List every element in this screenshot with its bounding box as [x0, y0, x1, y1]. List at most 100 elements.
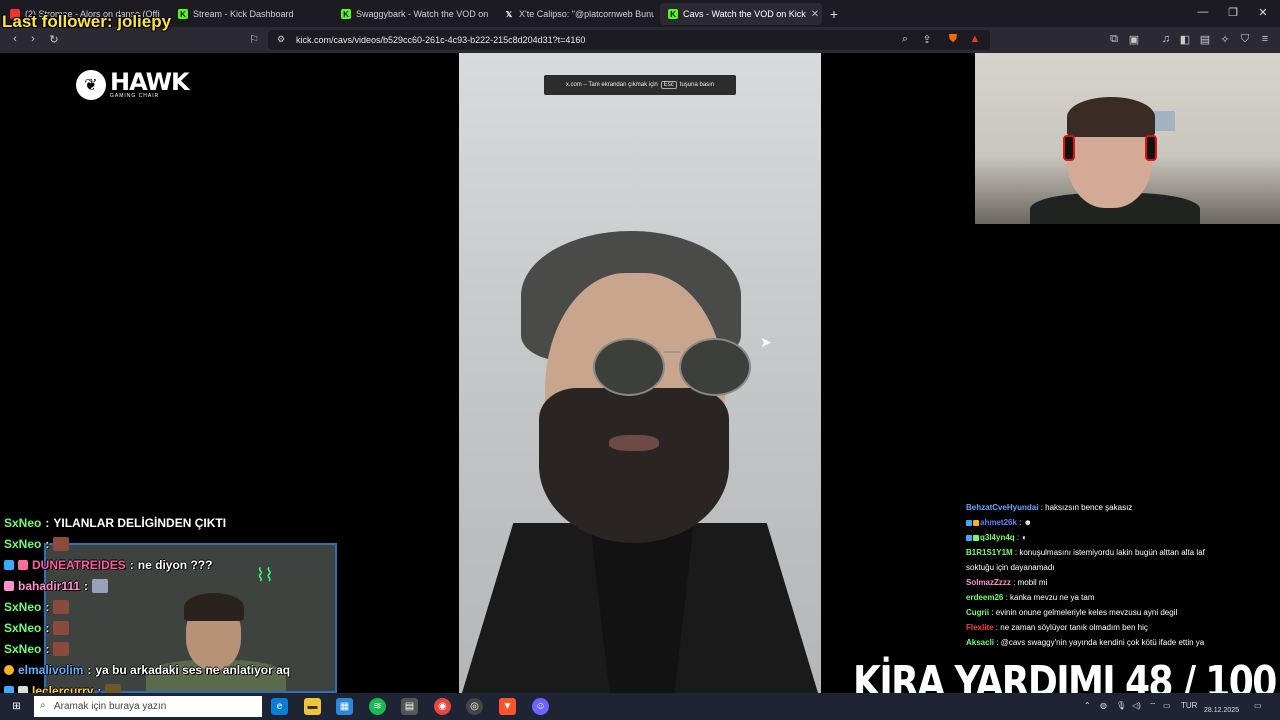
restore-button[interactable]: ❐	[1223, 6, 1243, 19]
right-chat-overlay: BehzatCveHyundai : haksızsın bence şakas…	[966, 500, 1206, 650]
sunglasses-lens-left	[593, 338, 665, 396]
beard-shape	[539, 388, 729, 543]
tab-x-calipso[interactable]: 𝕏 X'te Calipso: "@platcornweb Bunun h	[496, 3, 654, 25]
new-tab-button[interactable]: +	[824, 6, 844, 22]
discord-icon[interactable]: ☺	[532, 698, 549, 715]
volume-icon[interactable]: ◁)	[1132, 701, 1141, 710]
chat-text: haksızsın bence şakasız	[1045, 503, 1133, 512]
chat-text: ne zaman söylüyor tanık olmadım ben hiç	[1000, 623, 1148, 632]
site-info-icon[interactable]: ⚙	[274, 34, 288, 45]
windows-taskbar: ⊞ ⌕ Aramak için buraya yazın e ▬ ▦ ≋ ▤ ◉…	[0, 693, 1280, 720]
bookmark-icon[interactable]: ⚐	[247, 33, 261, 46]
emote-icon	[53, 599, 70, 614]
badge-icon	[966, 534, 972, 541]
store-icon[interactable]: ▦	[336, 698, 353, 715]
file-explorer-icon[interactable]: ▬	[304, 698, 321, 715]
close-tab-icon[interactable]: ✕	[811, 9, 819, 20]
chat-message: Aksacli : @cavs swaggy'nin yayında kendi…	[966, 638, 1205, 647]
tab-cavs-vod[interactable]: K Cavs - Watch the VOD on Kick ✕	[660, 3, 822, 25]
video-player[interactable]: x.com – Tam ekrandan çıkmak için Esc tuş…	[459, 53, 821, 693]
streamer-webcam	[975, 53, 1280, 224]
chat-message: elmalivolim: ya bu arkadaki ses ne anlat…	[4, 659, 334, 680]
wallet-icon[interactable]: ▣	[1127, 33, 1141, 46]
badge-icon	[973, 534, 979, 541]
hawk-feather-icon: ❦	[76, 70, 106, 100]
headset-left-icon	[1063, 135, 1075, 161]
close-window-button[interactable]: ✕	[1253, 6, 1273, 19]
chat-message: ahmet26k : ☻	[966, 515, 1206, 530]
chat-username: SxNeo	[4, 515, 42, 530]
sunglasses-lens-right	[679, 338, 751, 396]
chat-username: ahmet26k	[980, 518, 1017, 527]
obs-icon[interactable]: ◎	[466, 698, 483, 715]
kick-icon: K	[341, 9, 351, 19]
sidebar-icon[interactable]: ◧	[1178, 33, 1192, 46]
chat-message: B1R1S1Y1M : konuşulmasını istemiyordu la…	[966, 548, 1205, 572]
tray-chevron-icon[interactable]: ⌃	[1084, 701, 1091, 710]
wallet2-icon[interactable]: ▤	[1198, 33, 1212, 46]
logo-name: HAWK	[110, 68, 190, 96]
chat-text: kanka mevzu ne ya tam	[1010, 593, 1095, 602]
forward-icon[interactable]: ›	[26, 33, 40, 45]
notifications-icon[interactable]: ▭	[1254, 701, 1262, 710]
mouse-cursor-icon: ➤	[760, 334, 772, 350]
reload-icon[interactable]: ↻	[47, 33, 61, 46]
brave-shield-icon[interactable]: ⛊	[946, 33, 960, 46]
search-icon: ⌕	[40, 700, 46, 711]
chat-username: SxNeo	[4, 641, 42, 656]
chat-username: bahadir111	[18, 578, 81, 593]
music-icon[interactable]: ♫	[1159, 33, 1173, 45]
chat-message: SxNeo: YILANLAR DELİGİNDEN ÇIKTI	[4, 515, 227, 530]
chat-username: DUNEATREIDES	[32, 557, 126, 572]
chat-message: SxNeo:	[4, 596, 334, 617]
system-date[interactable]: 28.12.2025	[1204, 707, 1239, 714]
microphone-icon[interactable]: 🎙	[1116, 701, 1126, 710]
tab-swaggybark[interactable]: K Swaggybark - Watch the VOD on Kick	[333, 3, 491, 25]
chat-message: Cugrii : evinin onune gelmeleriyle keles…	[966, 608, 1178, 617]
brave-icon[interactable]: ▼	[499, 698, 516, 715]
chrome-icon[interactable]: ◉	[434, 698, 451, 715]
chat-username: SxNeo	[4, 620, 42, 635]
chat-message: SxNeo:	[4, 533, 334, 554]
zoom-icon[interactable]: ⌕	[898, 33, 912, 46]
chat-message: BehzatCveHyundai : haksızsın bence şakas…	[966, 503, 1133, 512]
emote-icon	[53, 620, 70, 635]
calculator-icon[interactable]: ▤	[401, 698, 418, 715]
address-bar[interactable]: ⚙ kick.com/cavs/videos/b529cc60-261c-4c9…	[268, 30, 990, 50]
search-placeholder: Aramak için buraya yazın	[54, 701, 167, 712]
network-icon[interactable]: ⌔	[1149, 701, 1157, 711]
fullscreen-notice: x.com – Tam ekrandan çıkmak için Esc tuş…	[544, 75, 736, 95]
badge-icon	[4, 559, 14, 570]
taskbar-search-input[interactable]: ⌕ Aramak için buraya yazın	[34, 696, 262, 717]
battery-icon[interactable]: ▭	[1163, 701, 1171, 710]
chat-text: ne diyon ???	[137, 557, 213, 572]
chat-message: bahadir111:	[4, 575, 334, 596]
browser-tab-bar: (2) Stromae - Alors on danse (Official K…	[0, 0, 1280, 27]
emote-icon	[53, 641, 70, 656]
chat-username: Flexlite	[966, 623, 994, 632]
tray-app-icon[interactable]: ◍	[1100, 701, 1107, 710]
chat-username: BehzatCveHyundai	[966, 503, 1039, 512]
tab-kick-dashboard[interactable]: K Stream - Kick Dashboard	[170, 3, 328, 25]
brave-rewards-icon[interactable]: ▲	[968, 33, 982, 45]
minimize-button[interactable]: —	[1193, 6, 1213, 18]
badge-icon	[973, 519, 979, 526]
x-logo-icon: 𝕏	[505, 9, 513, 19]
chat-username: q3l4yn4q	[980, 533, 1015, 542]
spotify-icon[interactable]: ≋	[369, 698, 386, 715]
kick-icon: K	[668, 9, 678, 19]
kick-icon: K	[178, 9, 188, 19]
webcam-hair	[1067, 97, 1155, 137]
leo-ai-icon[interactable]: ✧	[1218, 33, 1232, 46]
hawk-logo: ❦ HAWK GAMING CHAIR	[76, 68, 190, 100]
extensions-icon[interactable]: ⧉	[1107, 33, 1121, 46]
back-icon[interactable]: ‹	[8, 33, 22, 45]
badge-icon	[4, 580, 14, 591]
share-icon[interactable]: ⇪	[920, 33, 934, 46]
tab-label: X'te Calipso: "@platcornweb Bunun h	[519, 9, 654, 19]
vpn-icon[interactable]: ⛉	[1238, 33, 1252, 46]
edge-icon[interactable]: e	[271, 698, 288, 715]
language-indicator[interactable]: TUR	[1181, 701, 1197, 710]
menu-icon[interactable]: ≡	[1258, 33, 1272, 45]
windows-start-icon[interactable]: ⊞	[8, 698, 25, 715]
